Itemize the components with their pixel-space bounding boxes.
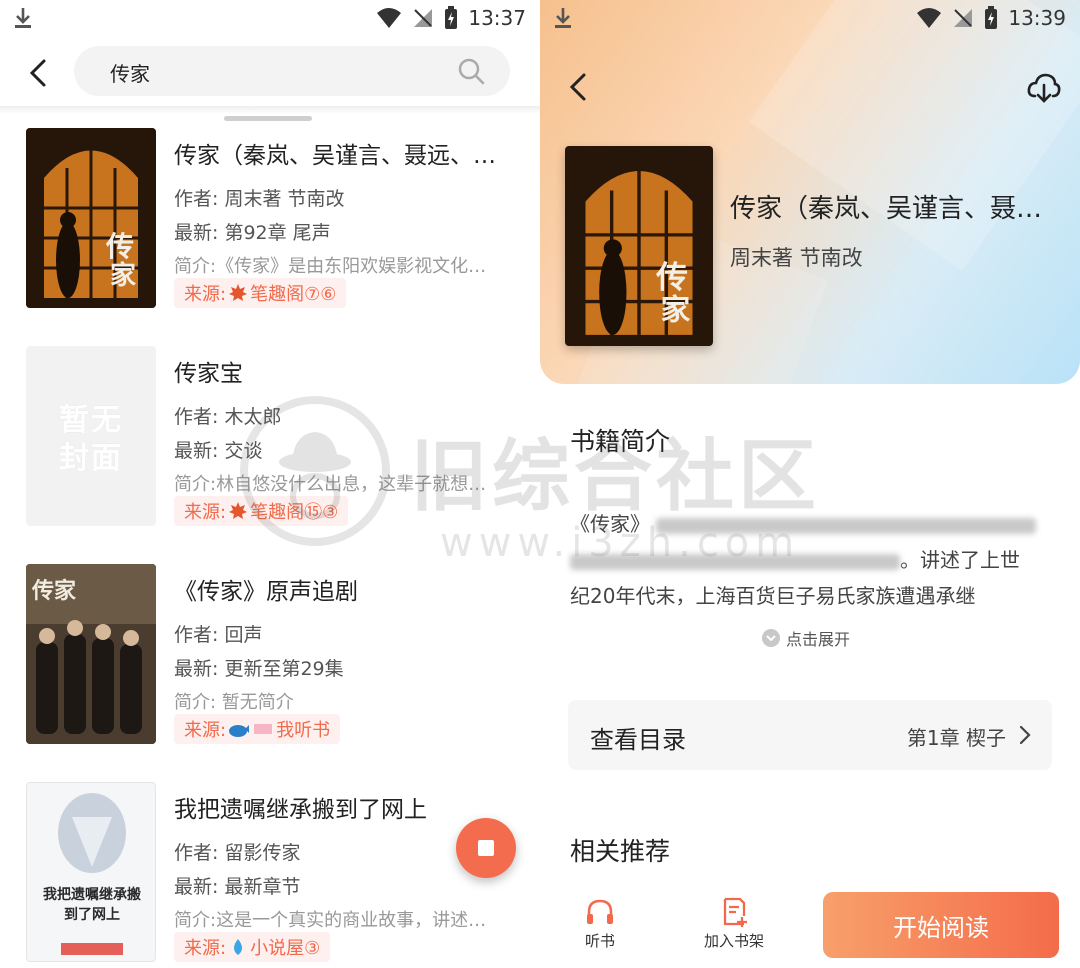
list-item[interactable]: 传 家 传家（秦岚、吴谨言、聂远、… 作者: 周末著 节南改 最新: 第92章 … xyxy=(0,128,540,318)
source-name: 笔趣阁⑦⑥ xyxy=(250,284,337,305)
book-author: 作者: 木太郎 xyxy=(174,406,282,428)
summary-line-3: 纪20年代末，上海百货巨子易氏家族遭遇承继 xyxy=(570,584,976,608)
blurred-text xyxy=(254,724,273,734)
cover-placeholder-text: 暂无封面 xyxy=(59,403,123,476)
wifi-icon xyxy=(377,8,402,28)
source-tag[interactable]: 来源: 笔趣阁⑮③ xyxy=(174,496,349,526)
svg-text:家: 家 xyxy=(110,260,136,291)
listen-button[interactable]: 听书 xyxy=(550,896,650,951)
svg-text:传: 传 xyxy=(655,260,688,297)
battery-charging-icon xyxy=(445,6,458,29)
source-name: 笔趣阁⑮③ xyxy=(250,502,339,523)
listen-label: 听书 xyxy=(584,932,615,950)
table-of-contents-button[interactable]: 查看目录 第1章 楔子 xyxy=(568,700,1052,770)
source-tag[interactable]: 来源: 笔趣阁⑦⑥ xyxy=(174,278,347,308)
book-title: 传家宝 xyxy=(174,361,243,387)
status-bar: 13:37 xyxy=(0,0,540,36)
book-latest: 最新: 更新至第29集 xyxy=(174,658,344,680)
back-arrow-icon[interactable] xyxy=(562,70,596,104)
toc-first-chapter: 第1章 楔子 xyxy=(906,726,1006,750)
book-cover: 传 家 xyxy=(26,128,156,308)
download-icon xyxy=(555,8,571,28)
search-query: 传家 xyxy=(110,62,150,86)
summary-line-1: 《传家》 xyxy=(570,512,650,536)
book-title: 我把遗嘱继承搬到了网上 xyxy=(174,797,427,823)
maple-leaf-icon xyxy=(229,502,248,519)
add-bookshelf-icon xyxy=(723,897,747,927)
search-results-screen: 13:37 传家 传 家 传家（秦岚、吴谨言、聂远、… 作者: 周末著 节南改 … xyxy=(0,0,540,968)
battery-charging-icon xyxy=(985,6,998,29)
shelf-label: 加入书架 xyxy=(703,932,764,950)
toc-label: 查看目录 xyxy=(590,726,686,754)
droplet-icon xyxy=(234,939,243,955)
search-input[interactable]: 传家 xyxy=(74,46,510,96)
expand-label: 点击展开 xyxy=(786,630,851,649)
cloud-download-icon[interactable] xyxy=(1026,70,1062,106)
svg-text:家: 家 xyxy=(661,293,691,327)
no-signal-icon xyxy=(954,9,973,27)
headphones-icon xyxy=(587,899,613,924)
search-icon[interactable] xyxy=(456,56,486,86)
book-cover-placeholder: 暂无封面 xyxy=(26,346,156,526)
chevron-right-icon xyxy=(1019,725,1031,745)
no-signal-icon xyxy=(414,9,433,27)
source-label: 来源: xyxy=(184,502,227,523)
svg-text:传家: 传家 xyxy=(31,578,77,604)
svg-text:传: 传 xyxy=(105,230,134,263)
book-author: 作者: 回声 xyxy=(174,624,263,646)
book-detail-screen: 13:39 传 家 传家（秦岚、吴谨言、聂… 周末著 节南改 书籍简介 《传家》… xyxy=(540,0,1080,968)
book-title: 传家（秦岚、吴谨言、聂远、… xyxy=(174,143,496,169)
source-name: 我听书 xyxy=(276,720,331,741)
intro-heading: 书籍简介 xyxy=(570,427,671,456)
cover-title: 我把遗嘱继承搬到了网上 xyxy=(43,887,141,923)
list-item[interactable]: 传家 《传家》原声追剧 作者: 回声 最新: 更新至第29集 简介: 暂无简介 … xyxy=(0,564,540,754)
start-reading-button[interactable]: 开始阅读 xyxy=(823,892,1059,958)
back-arrow-icon[interactable] xyxy=(22,56,56,90)
book-title: 传家（秦岚、吴谨言、聂… xyxy=(730,194,1043,224)
book-cover: 我把遗嘱继承搬到了网上 xyxy=(26,782,156,962)
book-author: 周末著 节南改 xyxy=(730,246,863,270)
wifi-icon xyxy=(917,8,942,28)
bottom-action-bar: 听书 加入书架 开始阅读 xyxy=(540,880,1080,968)
book-intro: 简介:这是一个真实的商业故事，讲述… xyxy=(174,910,487,931)
book-latest: 最新: 最新章节 xyxy=(174,876,301,898)
source-label: 来源: xyxy=(184,284,227,305)
book-cover: 传 家 xyxy=(565,146,713,346)
chevron-down-icon xyxy=(762,629,780,647)
book-intro: 简介:林自悠没什么出息，这辈子就想… xyxy=(174,474,487,495)
book-latest: 最新: 第92章 尾声 xyxy=(174,222,331,244)
source-label: 来源: xyxy=(184,720,227,741)
book-intro: 简介:《传家》是由东阳欢娱影视文化… xyxy=(174,256,487,277)
whale-icon xyxy=(229,725,250,737)
maple-leaf-icon xyxy=(229,284,248,301)
source-name: 小说屋③ xyxy=(250,938,321,959)
list-item[interactable]: 暂无封面 传家宝 作者: 木太郎 最新: 交谈 简介:林自悠没什么出息，这辈子就… xyxy=(0,346,540,536)
source-label: 来源: xyxy=(184,938,227,959)
status-time: 13:37 xyxy=(468,6,526,30)
stop-icon xyxy=(478,840,494,856)
source-tag[interactable]: 来源: 小说屋③ xyxy=(174,932,331,962)
book-intro: 简介: 暂无简介 xyxy=(174,692,294,713)
status-time: 13:39 xyxy=(1008,6,1066,30)
header-divider xyxy=(0,106,540,114)
status-bar: 13:39 xyxy=(540,0,1080,36)
source-tag[interactable]: 来源: 我听书 xyxy=(174,714,341,744)
book-author: 作者: 周末著 节南改 xyxy=(174,188,345,210)
list-item[interactable]: 我把遗嘱继承搬到了网上 我把遗嘱继承搬到了网上 作者: 留影传家 最新: 最新章… xyxy=(0,782,540,968)
book-summary: 《传家》 。讲述了上世 纪20年代末，上海百货巨子易氏家族遭遇承继 xyxy=(570,506,1054,614)
book-title: 《传家》原声追剧 xyxy=(174,579,358,605)
book-latest: 最新: 交谈 xyxy=(174,440,263,462)
book-cover: 传家 xyxy=(26,564,156,744)
add-to-shelf-button[interactable]: 加入书架 xyxy=(684,896,784,951)
related-heading: 相关推荐 xyxy=(570,837,671,866)
drag-handle[interactable] xyxy=(224,116,312,121)
download-icon xyxy=(15,8,31,28)
expand-button[interactable]: 点击展开 xyxy=(762,626,850,650)
summary-line-2: 。讲述了上世 xyxy=(900,548,1020,572)
stop-button[interactable] xyxy=(456,818,516,878)
